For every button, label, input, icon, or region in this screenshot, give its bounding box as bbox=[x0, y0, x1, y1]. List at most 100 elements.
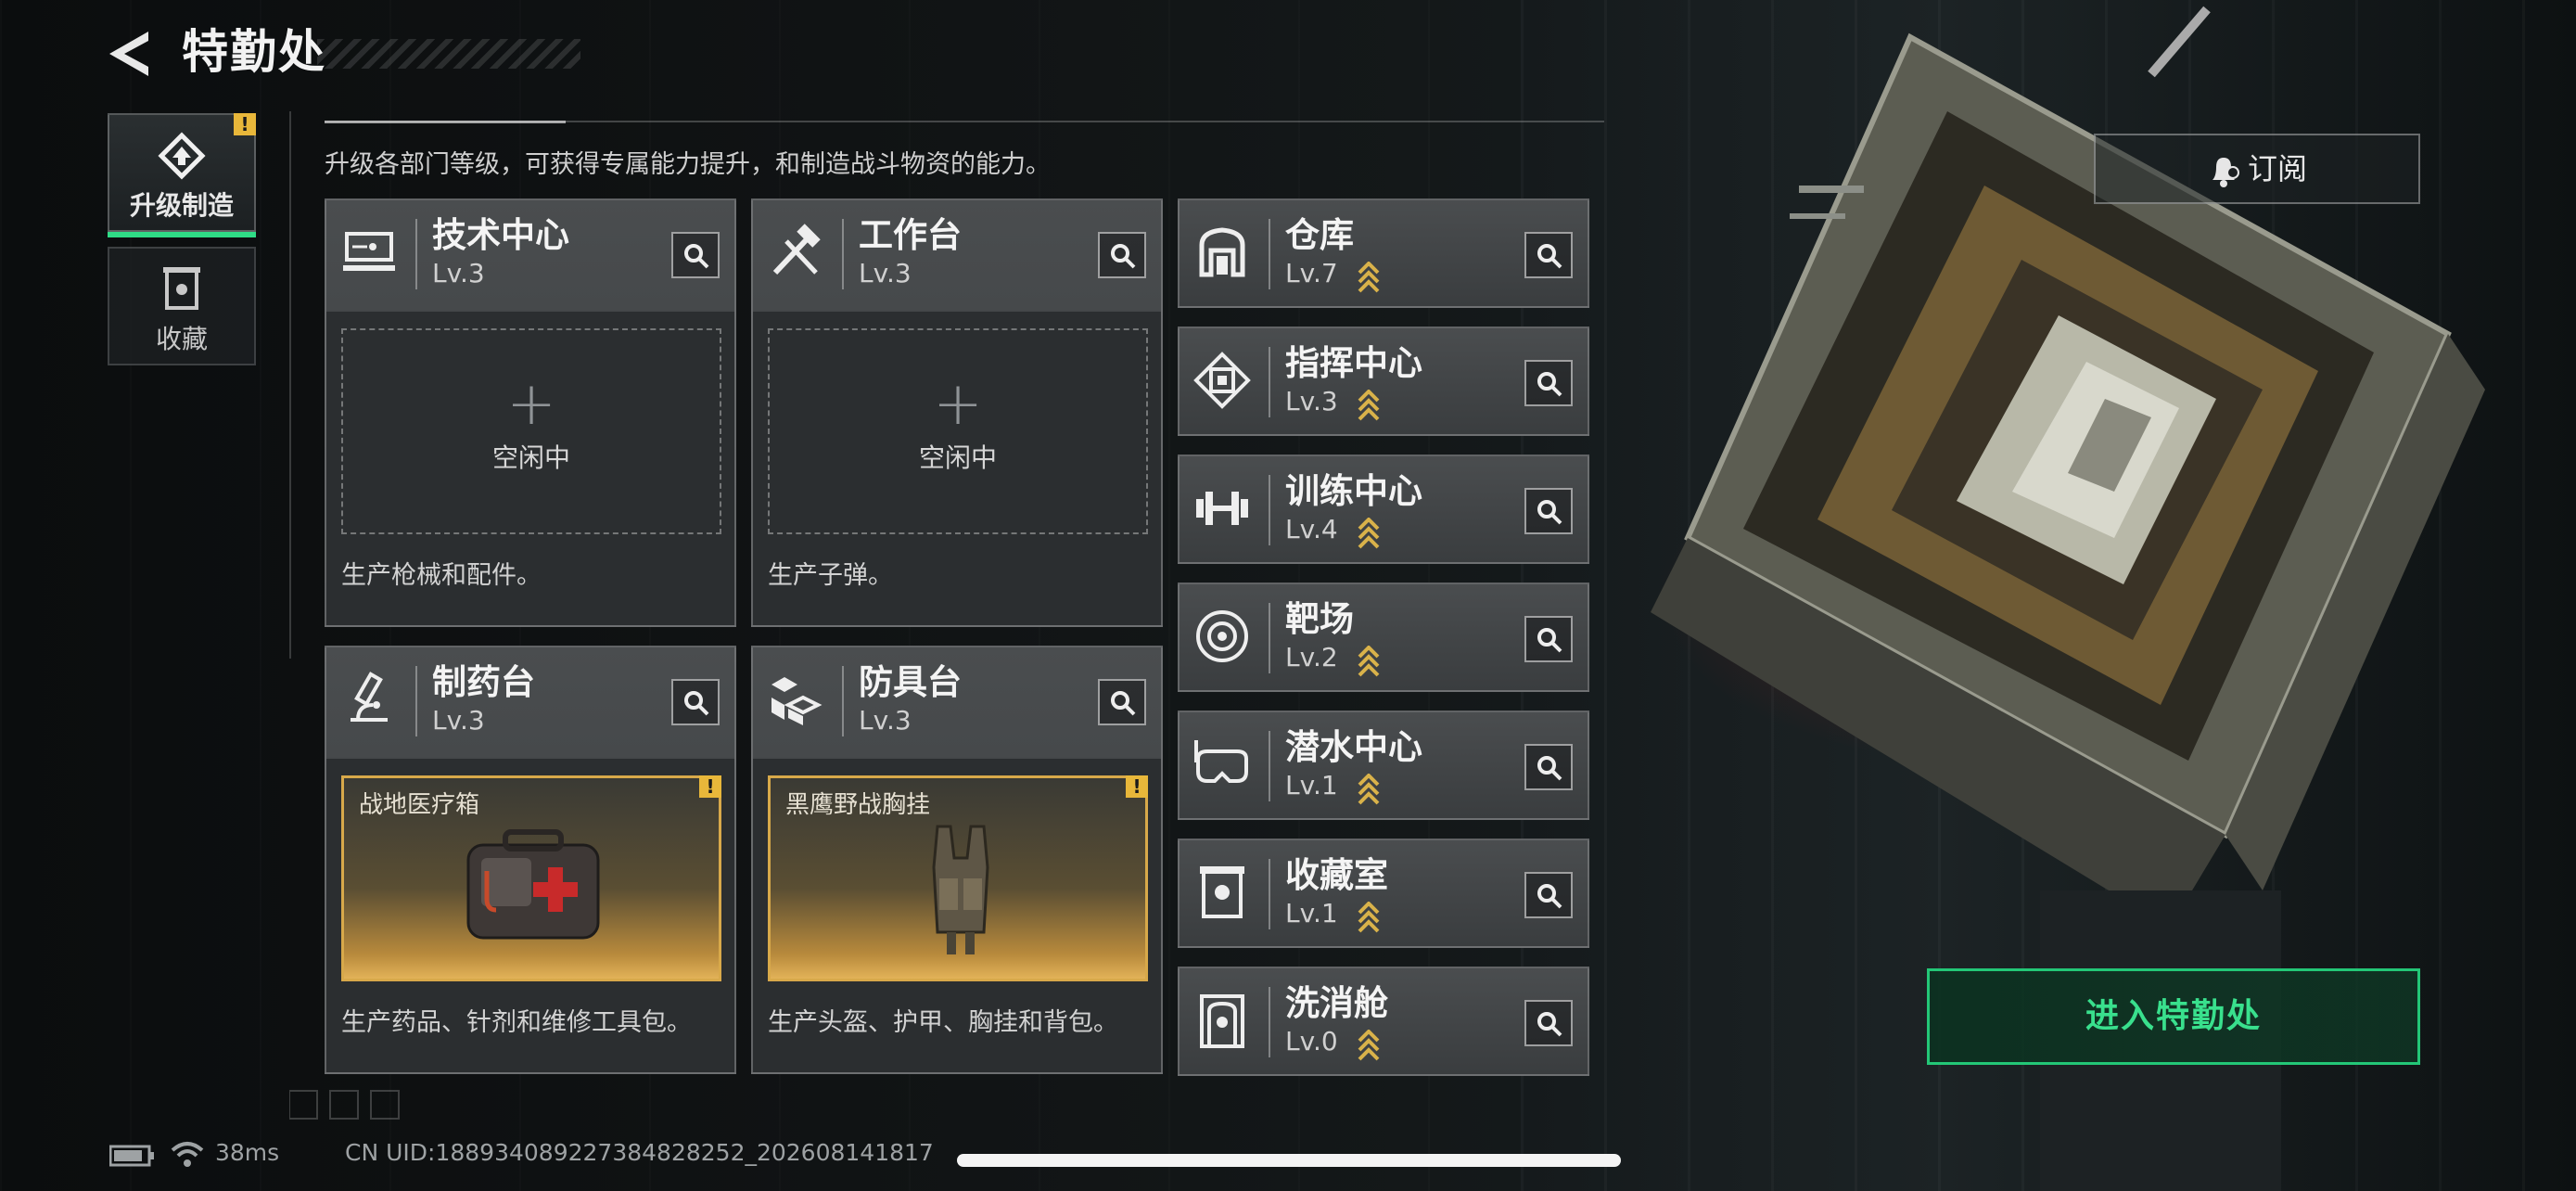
decoration-squares bbox=[289, 1090, 400, 1120]
item-name: 战地医疗箱 bbox=[359, 791, 480, 819]
dept-level: Lv.0 bbox=[1285, 1026, 1338, 1057]
card-body: 黑鹰野战胸挂 ! 生产头盔、护甲、胸挂和背包。 bbox=[753, 757, 1161, 1072]
plus-icon: + bbox=[933, 370, 983, 439]
dept-level: Lv.4 bbox=[1285, 514, 1338, 544]
card-body: + 空闲中 生产枪械和配件。 bbox=[326, 310, 734, 625]
production-slot-item[interactable]: 战地医疗箱 ! bbox=[341, 775, 721, 981]
dept-name: 仓库 bbox=[1285, 215, 1354, 255]
dept-name: 潜水中心 bbox=[1285, 727, 1422, 767]
alert-badge: ! bbox=[234, 113, 256, 135]
dept-level: Lv.7 bbox=[1285, 258, 1338, 288]
dept-card-pharmacy[interactable]: 制药台 Lv.3 战地医疗箱 ! 生产药品、针剂和维修工具包。 bbox=[325, 646, 736, 1074]
card-header: 指挥中心 Lv.3 bbox=[1180, 328, 1588, 436]
armor-bench-icon bbox=[772, 677, 823, 725]
inspect-button[interactable] bbox=[1524, 488, 1573, 534]
user-uid: CN UID:18893408922​7384828252_2026081418… bbox=[345, 1139, 934, 1166]
workbench-icon bbox=[772, 224, 821, 275]
dept-description: 生产子弹。 bbox=[768, 561, 893, 590]
card-header: 潜水中心 Lv.1 bbox=[1180, 712, 1588, 820]
separator bbox=[1269, 987, 1270, 1057]
dept-row-command-center[interactable]: 指挥中心 Lv.3 bbox=[1178, 327, 1589, 436]
dept-level: Lv.3 bbox=[1285, 386, 1338, 416]
dept-name: 训练中心 bbox=[1285, 471, 1422, 511]
card-header: 工作台 Lv.3 bbox=[753, 200, 1161, 308]
separator bbox=[415, 666, 417, 736]
production-slot-empty[interactable]: + 空闲中 bbox=[341, 328, 721, 534]
magnifier-icon bbox=[1537, 372, 1562, 397]
divider-accent bbox=[325, 121, 566, 123]
separator bbox=[1269, 603, 1270, 673]
shooting-range-icon bbox=[1196, 610, 1248, 662]
card-header: 技术中心 Lv.3 bbox=[326, 200, 734, 308]
diving-center-icon bbox=[1194, 740, 1248, 783]
upgrade-chevron-icon bbox=[1358, 518, 1380, 549]
dept-name: 洗消舱 bbox=[1285, 983, 1388, 1023]
dept-level: Lv.3 bbox=[432, 258, 485, 288]
card-header: 训练中心 Lv.4 bbox=[1180, 456, 1588, 564]
inspect-button[interactable] bbox=[1524, 744, 1573, 790]
card-header: 收藏室 Lv.1 bbox=[1180, 840, 1588, 948]
upgrade-chevron-icon bbox=[1358, 646, 1380, 677]
dept-card-armor-bench[interactable]: 防具台 Lv.3 黑鹰野战胸挂 ! 生产头盔、护甲、胸挂和背包。 bbox=[751, 646, 1163, 1074]
item-name: 黑鹰野战胸挂 bbox=[785, 791, 931, 819]
training-center-icon bbox=[1196, 492, 1248, 525]
dept-card-tech-center[interactable]: 技术中心 Lv.3 + 空闲中 生产枪械和配件。 bbox=[325, 198, 736, 627]
bell-icon bbox=[2213, 158, 2239, 187]
tab-collection[interactable]: 收藏 bbox=[108, 247, 256, 365]
dept-description: 生产药品、针剂和维修工具包。 bbox=[341, 1008, 692, 1037]
dept-row-shooting-range[interactable]: 靶场 Lv.2 bbox=[1178, 583, 1589, 692]
inspect-button[interactable] bbox=[1098, 232, 1146, 278]
page-title: 特勤处 bbox=[182, 25, 326, 79]
dept-row-decon-chamber[interactable]: 洗消舱 Lv.0 bbox=[1178, 967, 1589, 1076]
back-arrow-icon[interactable] bbox=[104, 26, 159, 82]
magnifier-icon bbox=[1537, 884, 1562, 909]
dept-name: 技术中心 bbox=[432, 215, 569, 255]
collection-room-icon bbox=[1200, 866, 1244, 918]
home-indicator[interactable] bbox=[957, 1154, 1621, 1167]
dept-level: Lv.3 bbox=[859, 705, 912, 736]
decon-chamber-icon bbox=[1200, 994, 1244, 1048]
dept-description: 生产枪械和配件。 bbox=[341, 561, 542, 590]
magnifier-icon bbox=[1537, 500, 1562, 525]
separator bbox=[1269, 219, 1270, 289]
sidebar-divider bbox=[289, 111, 291, 659]
inspect-button[interactable] bbox=[1524, 232, 1573, 278]
card-header: 仓库 Lv.7 bbox=[1180, 200, 1588, 308]
page-subtitle: 升级各部门等级，可获得专属能力提升，和制造战斗物资的能力。 bbox=[325, 150, 1051, 179]
production-slot-empty[interactable]: + 空闲中 bbox=[768, 328, 1148, 534]
inspect-button[interactable] bbox=[671, 232, 720, 278]
dept-row-diving-center[interactable]: 潜水中心 Lv.1 bbox=[1178, 711, 1589, 820]
separator bbox=[842, 666, 844, 736]
production-slot-item[interactable]: 黑鹰野战胸挂 ! bbox=[768, 775, 1148, 981]
tech-center-icon bbox=[343, 232, 395, 271]
pharmacy-icon bbox=[351, 672, 388, 722]
inspect-button[interactable] bbox=[1524, 360, 1573, 406]
card-header: 靶场 Lv.2 bbox=[1180, 584, 1588, 692]
wifi-icon bbox=[171, 1142, 204, 1167]
upgrade-chevron-icon bbox=[1358, 902, 1380, 933]
dept-level: Lv.1 bbox=[1285, 898, 1338, 928]
subscribe-button[interactable]: 订阅 bbox=[2094, 134, 2420, 204]
dept-level: Lv.3 bbox=[432, 705, 485, 736]
dept-row-training-center[interactable]: 训练中心 Lv.4 bbox=[1178, 455, 1589, 564]
dept-card-workbench[interactable]: 工作台 Lv.3 + 空闲中 生产子弹。 bbox=[751, 198, 1163, 627]
card-body: + 空闲中 生产子弹。 bbox=[753, 310, 1161, 625]
enter-special-ops-button[interactable]: 进入特勤处 bbox=[1927, 968, 2420, 1065]
inspect-button[interactable] bbox=[671, 679, 720, 725]
separator bbox=[842, 219, 844, 289]
plus-icon: + bbox=[506, 370, 556, 439]
upgrade-icon bbox=[158, 132, 206, 180]
tab-label: 收藏 bbox=[155, 324, 208, 354]
inspect-button[interactable] bbox=[1524, 872, 1573, 918]
magnifier-icon bbox=[1537, 756, 1562, 781]
magnifier-icon bbox=[1537, 244, 1562, 269]
inspect-button[interactable] bbox=[1524, 616, 1573, 662]
dept-row-collection-room[interactable]: 收藏室 Lv.1 bbox=[1178, 839, 1589, 948]
collection-icon bbox=[163, 267, 200, 310]
inspect-button[interactable] bbox=[1098, 679, 1146, 725]
separator bbox=[1269, 731, 1270, 801]
inspect-button[interactable] bbox=[1524, 1000, 1573, 1046]
magnifier-icon bbox=[1111, 691, 1136, 716]
dept-row-warehouse[interactable]: 仓库 Lv.7 bbox=[1178, 198, 1589, 308]
tab-upgrade-craft[interactable]: 升级制造 ! bbox=[108, 113, 256, 237]
